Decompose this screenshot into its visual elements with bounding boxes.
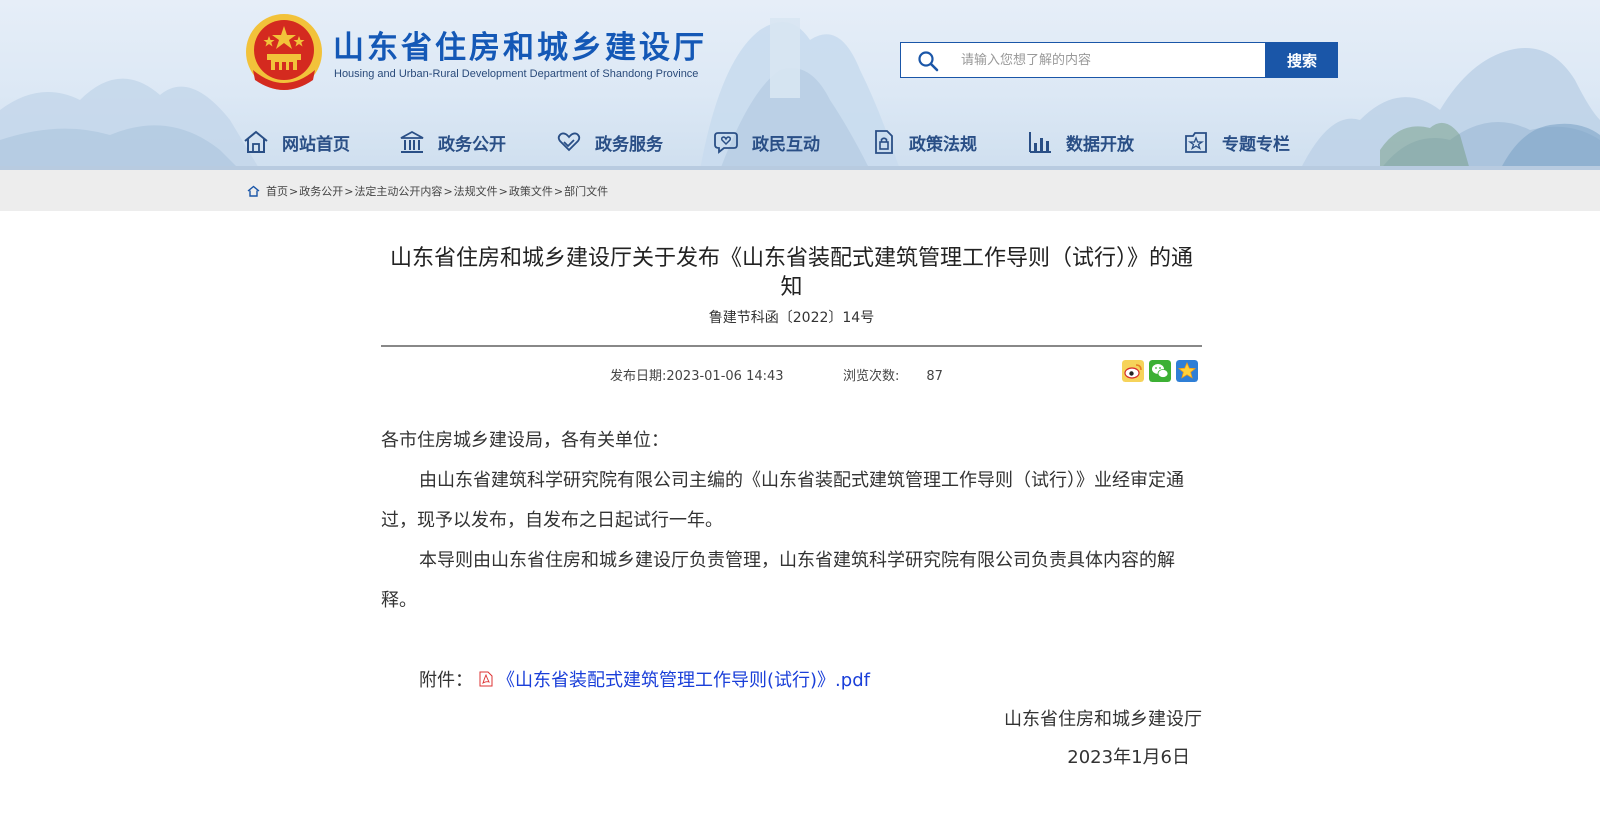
paragraph-1: 由山东省建筑科学研究院有限公司主编的《山东省装配式建筑管理工作导则（试行）》业经…: [381, 470, 1184, 531]
attachment-link[interactable]: 《山东省装配式建筑管理工作导则(试行)》.pdf: [497, 666, 870, 692]
home-icon: [244, 130, 268, 153]
breadcrumb-separator: >: [289, 184, 299, 198]
pdf-file-icon: [479, 671, 493, 687]
government-building-icon: [400, 130, 424, 153]
nav-item-interaction[interactable]: 政民互动: [712, 124, 820, 160]
title-divider: [381, 345, 1202, 347]
paragraph-2: 本导则由山东省住房和城乡建设厅负责管理，山东省建筑科学研究院有限公司负责具体内容…: [381, 550, 1175, 611]
breadcrumb-bar: 首页 > 政务公开 > 法定主动公开内容 > 法规文件 > 政策文件 > 部门文…: [0, 170, 1600, 211]
publish-date-label: 发布日期:: [610, 369, 667, 384]
search-icon: [918, 51, 939, 72]
wechat-icon[interactable]: [1149, 360, 1171, 382]
search-button[interactable]: 搜索: [1266, 42, 1338, 78]
document-lock-icon: [875, 130, 893, 154]
search-box: [900, 42, 1266, 78]
weibo-icon[interactable]: [1122, 360, 1144, 382]
nav-item-services[interactable]: 政务服务: [555, 124, 663, 160]
article-title: 山东省住房和城乡建设厅关于发布《山东省装配式建筑管理工作导则（试行）》的通知: [389, 246, 1193, 300]
nav-item-label: 政务公开: [438, 134, 506, 155]
breadcrumb-separator: >: [553, 184, 564, 198]
sign-date: 2023年1月6日: [1067, 747, 1190, 768]
breadcrumb-item-department-docs[interactable]: 部门文件: [564, 183, 608, 199]
attachment: 附件： 《山东省装配式建筑管理工作导则(试行)》.pdf: [419, 666, 870, 692]
salutation: 各市住房城乡建设局，各有关单位：: [381, 430, 669, 451]
breadcrumb-home-icon: [247, 185, 260, 197]
signer: 山东省住房和城乡建设厅: [1004, 709, 1202, 730]
attachment-label: 附件：: [419, 670, 473, 691]
publish-date: 发布日期:2023-01-06 14:43: [610, 365, 784, 384]
search-input[interactable]: [961, 43, 1261, 77]
view-count-value: 87: [926, 369, 943, 384]
view-count-label: 浏览次数:: [843, 369, 900, 384]
breadcrumb: 首页 > 政务公开 > 法定主动公开内容 > 法规文件 > 政策文件 > 部门文…: [247, 183, 608, 199]
nav-item-label: 数据开放: [1066, 134, 1134, 155]
handshake-heart-icon: [557, 132, 581, 152]
nav-item-label: 专题专栏: [1222, 134, 1290, 155]
nav-item-government-affairs[interactable]: 政务公开: [398, 124, 506, 160]
chat-heart-icon: [714, 132, 738, 154]
site-header: 山东省住房和城乡建设厅 Housing and Urban-Rural Deve…: [0, 0, 1600, 170]
view-count: 浏览次数: 87: [843, 365, 943, 384]
breadcrumb-item-home[interactable]: 首页: [266, 183, 288, 199]
bar-chart-icon: [1029, 132, 1051, 153]
breadcrumb-separator: >: [344, 184, 354, 198]
nav-item-policies[interactable]: 政策法规: [869, 124, 977, 160]
star-folder-icon: [1185, 132, 1207, 153]
nav-item-label: 政策法规: [909, 134, 977, 155]
publish-date-value: 2023-01-06 14:43: [666, 369, 784, 384]
nav-item-label: 网站首页: [282, 134, 350, 155]
nav-item-label: 政民互动: [752, 134, 820, 155]
nav-item-label: 政务服务: [595, 134, 663, 155]
breadcrumb-item-regulations[interactable]: 法规文件: [454, 183, 498, 199]
site-subtitle: Housing and Urban-Rural Development Depa…: [334, 68, 699, 80]
breadcrumb-separator: >: [443, 184, 453, 198]
breadcrumb-separator: >: [498, 184, 508, 198]
document-number: 鲁建节科函〔2022〕14号: [708, 310, 875, 326]
site-title[interactable]: 山东省住房和城乡建设厅: [333, 22, 707, 67]
nav-item-home[interactable]: 网站首页: [242, 124, 350, 160]
favorite-star-icon[interactable]: [1176, 360, 1198, 382]
breadcrumb-item-public-content[interactable]: 法定主动公开内容: [354, 183, 442, 199]
breadcrumb-item-government-affairs[interactable]: 政务公开: [299, 183, 343, 199]
nav-item-open-data[interactable]: 数据开放: [1026, 124, 1134, 160]
national-emblem-logo[interactable]: [243, 10, 325, 96]
nav-item-special-topics[interactable]: 专题专栏: [1182, 124, 1290, 160]
breadcrumb-item-policy-docs[interactable]: 政策文件: [509, 183, 553, 199]
